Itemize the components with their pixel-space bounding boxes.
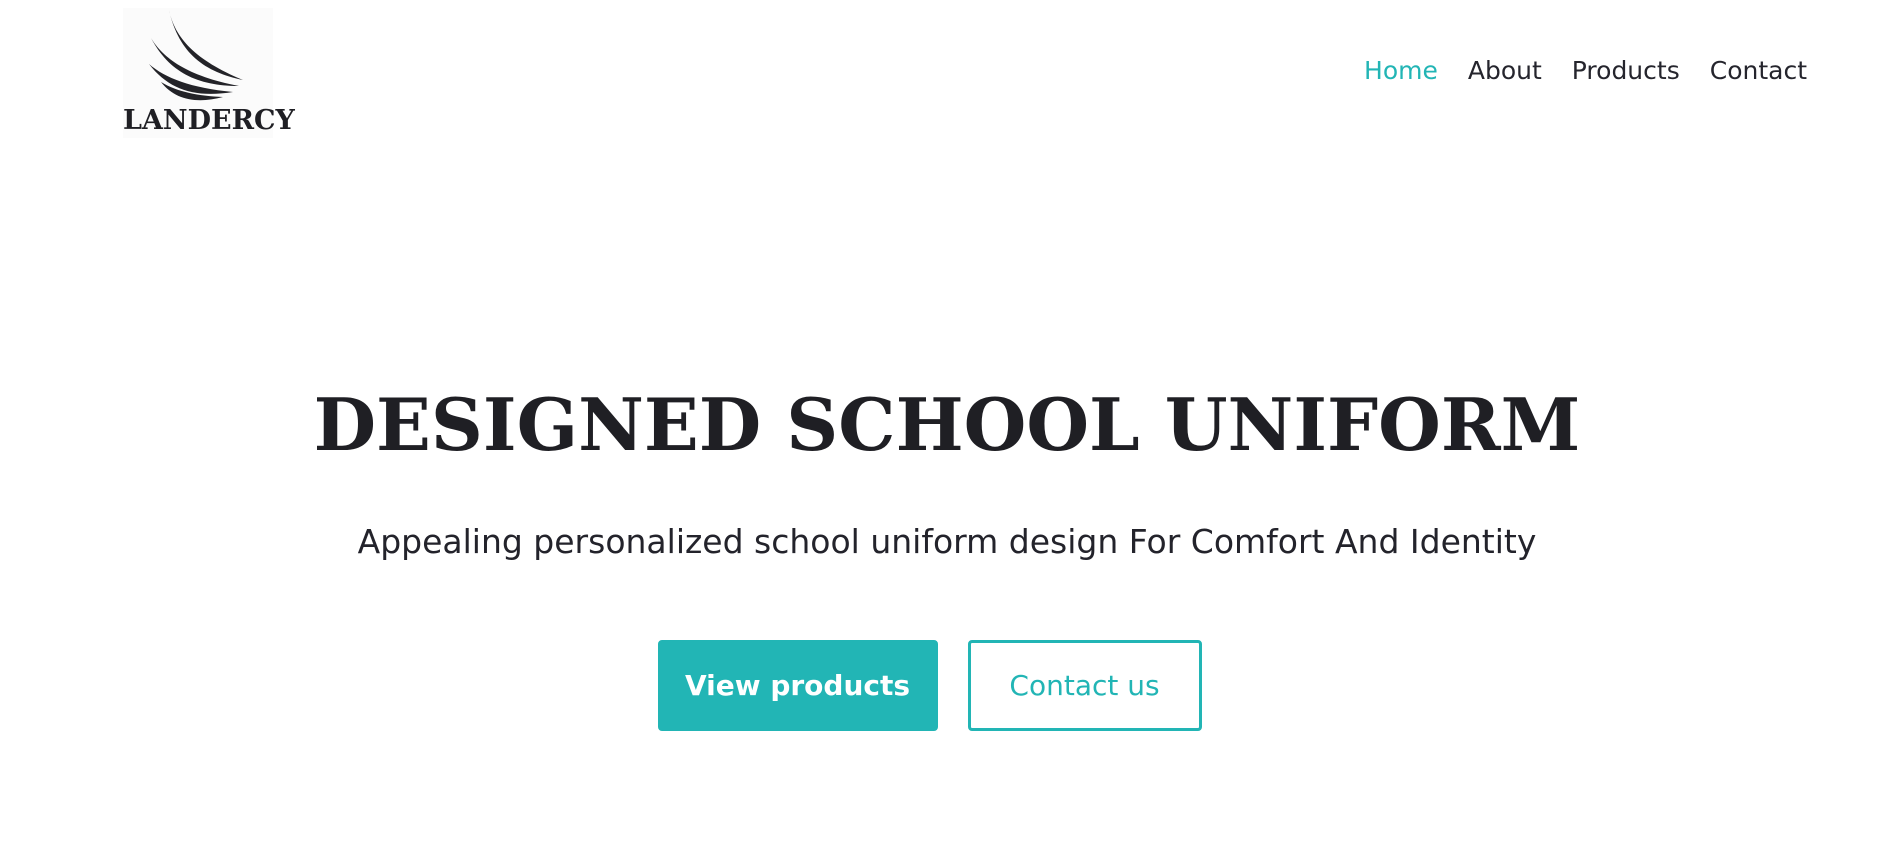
contact-us-button[interactable]: Contact us xyxy=(967,640,1202,731)
brand-name: LANDERCY xyxy=(123,105,295,136)
nav-item-products[interactable]: Products xyxy=(1572,54,1680,88)
site-header: LANDERCY Home About Products Contact xyxy=(0,0,1894,150)
hero-subtitle: Appealing personalized school uniform de… xyxy=(357,522,1537,561)
main-nav: Home About Products Contact xyxy=(1364,54,1807,88)
hero-title: DESIGNED SCHOOL UNIFORM xyxy=(313,382,1581,467)
nav-item-about[interactable]: About xyxy=(1468,54,1542,88)
nav-item-contact[interactable]: Contact xyxy=(1710,54,1807,88)
nav-item-home[interactable]: Home xyxy=(1364,54,1438,88)
brand-logo[interactable]: LANDERCY xyxy=(123,8,295,138)
view-products-button[interactable]: View products xyxy=(657,640,938,731)
hero-actions: View products Contact us xyxy=(0,640,1894,731)
wing-icon xyxy=(149,10,243,101)
